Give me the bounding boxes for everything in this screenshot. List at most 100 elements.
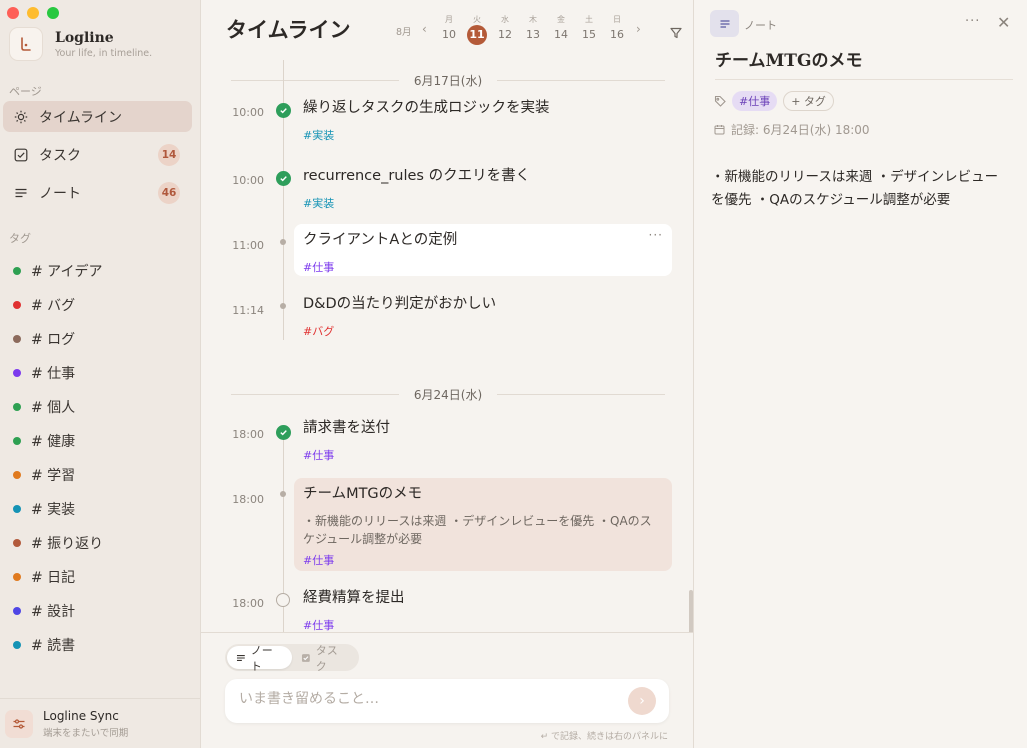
open-circle-icon[interactable] bbox=[276, 593, 290, 607]
entry-card[interactable]: クライアントAとの定例 #仕事 ··· bbox=[294, 224, 672, 276]
filter-icon[interactable] bbox=[670, 24, 682, 43]
timeline-pane: タイムライン 8月 ‹ 月 10 火 11 水 12 木 13 金 14 土 15 日 16 › 6月17… bbox=[201, 0, 693, 748]
tag-color-dot-icon bbox=[13, 471, 21, 479]
tag-color-dot-icon bbox=[13, 539, 21, 547]
tags-section-label: タグ bbox=[9, 232, 31, 245]
sidebar-tag-item[interactable]: # 個人 bbox=[13, 390, 103, 424]
tag-label: # 個人 bbox=[31, 400, 76, 416]
sidebar-tag-item[interactable]: # 振り返り bbox=[13, 526, 103, 560]
tag-label: # 学習 bbox=[31, 468, 76, 484]
day-13[interactable]: 木 13 bbox=[519, 14, 547, 44]
composer-input[interactable] bbox=[239, 691, 619, 707]
day-weekday: 月 bbox=[445, 15, 453, 24]
tag-label: # 日記 bbox=[31, 570, 76, 586]
entry-tag[interactable]: #仕事 bbox=[303, 552, 663, 568]
chevron-right-icon[interactable]: › bbox=[636, 22, 641, 36]
nav-item-notes[interactable]: ノート 46 bbox=[3, 177, 192, 208]
sidebar-tag-item[interactable]: # 学習 bbox=[13, 458, 103, 492]
day-11[interactable]: 火 11 bbox=[463, 14, 491, 45]
day-10[interactable]: 月 10 bbox=[435, 14, 463, 44]
day-14[interactable]: 金 14 bbox=[547, 14, 575, 44]
entry-time: 18:00 bbox=[232, 493, 264, 506]
check-circle-icon[interactable] bbox=[276, 425, 291, 440]
mode-note-button[interactable]: ノート bbox=[227, 644, 292, 673]
sidebar-tag-item[interactable]: # バグ bbox=[13, 288, 103, 322]
day-16[interactable]: 日 16 bbox=[603, 14, 631, 44]
entry-tag[interactable]: #実装 bbox=[303, 127, 663, 143]
day-number: 13 bbox=[526, 28, 540, 41]
sidebar-tag-item[interactable]: # 健康 bbox=[13, 424, 103, 458]
entry-tag[interactable]: #実装 bbox=[303, 195, 663, 211]
sidebar-tag-item[interactable]: # 日記 bbox=[13, 560, 103, 594]
sidebar-tag-item[interactable]: # アイデア bbox=[13, 254, 103, 288]
entry-card-selected[interactable]: チームMTGのメモ ・新機能のリリースは来週 ・デザインレビューを優先 ・QAの… bbox=[294, 478, 672, 571]
page-nav: タイムライン タスク 14 ノート 46 bbox=[3, 101, 192, 215]
notes-count-badge: 46 bbox=[158, 182, 180, 204]
mode-note-label: ノート bbox=[250, 643, 273, 673]
tag-label: # 設計 bbox=[31, 604, 76, 620]
entry-time: 18:00 bbox=[232, 428, 264, 441]
sidebar: Logline Your life, in timeline. ページ タイムラ… bbox=[0, 0, 201, 748]
minimize-window-button[interactable] bbox=[27, 7, 39, 19]
entry-body: ・新機能のリリースは来週 ・デザインレビューを優先 ・QAのスケジュール調整が必… bbox=[303, 514, 652, 546]
tag-color-dot-icon bbox=[13, 403, 21, 411]
send-button[interactable]: › bbox=[628, 687, 656, 715]
recorded-at: 記録: 6月24日(水) 18:00 bbox=[714, 121, 870, 138]
entry-card[interactable]: 経費精算を提出 #仕事 bbox=[294, 582, 672, 632]
day-15[interactable]: 土 15 bbox=[575, 14, 603, 44]
more-icon[interactable]: ··· bbox=[965, 14, 980, 29]
mode-switch: ノート タスク bbox=[225, 644, 359, 673]
tag-label: # バグ bbox=[31, 298, 76, 314]
tag-label: # 実装 bbox=[31, 502, 76, 518]
brand: Logline Your life, in timeline. bbox=[9, 27, 152, 61]
check-circle-icon[interactable] bbox=[276, 171, 291, 186]
tag-color-dot-icon bbox=[13, 505, 21, 513]
entry-tag[interactable]: #仕事 bbox=[303, 617, 663, 632]
mode-task-button[interactable]: タスク bbox=[292, 644, 357, 673]
sidebar-tag-item[interactable]: # 仕事 bbox=[13, 356, 103, 390]
note-dot-icon bbox=[280, 239, 286, 245]
tag-color-dot-icon bbox=[13, 641, 21, 649]
nav-item-timeline[interactable]: タイムライン bbox=[3, 101, 192, 132]
detail-tag-chip[interactable]: #仕事 bbox=[732, 91, 778, 111]
entry-title: 請求書を送付 bbox=[303, 420, 390, 436]
zoom-window-button[interactable] bbox=[47, 7, 59, 19]
entry-card[interactable]: 請求書を送付 #仕事 bbox=[294, 412, 672, 467]
page-title: タイムライン bbox=[226, 17, 351, 42]
checkbox-icon bbox=[301, 653, 310, 662]
day-weekday: 水 bbox=[501, 15, 509, 24]
detail-type-label: ノート bbox=[744, 19, 777, 32]
entry-card[interactable]: D&Dの当たり判定がおかしい #バグ bbox=[294, 288, 672, 343]
day-12[interactable]: 水 12 bbox=[491, 14, 519, 44]
timeline-scroll[interactable]: 6月17日(水) 10:00 繰り返しタスクの生成ロジックを実装 #実装 10:… bbox=[201, 60, 693, 632]
entry-tag[interactable]: #仕事 bbox=[303, 447, 663, 463]
close-icon[interactable]: ✕ bbox=[997, 13, 1010, 32]
chevron-left-icon[interactable]: ‹ bbox=[422, 22, 427, 36]
day-number: 12 bbox=[498, 28, 512, 41]
entry-tag[interactable]: #バグ bbox=[303, 323, 663, 339]
month-label: 8月 bbox=[396, 27, 412, 38]
nav-item-tasks[interactable]: タスク 14 bbox=[3, 139, 192, 170]
sidebar-tag-item[interactable]: # 読書 bbox=[13, 628, 103, 662]
pages-section-label: ページ bbox=[9, 85, 42, 98]
sync-panel[interactable]: Logline Sync 端末をまたいで同期 bbox=[0, 698, 200, 748]
tag-label: # アイデア bbox=[31, 264, 103, 280]
more-icon[interactable]: ··· bbox=[649, 228, 663, 242]
sidebar-tag-item[interactable]: # ログ bbox=[13, 322, 103, 356]
detail-title[interactable]: チームMTGのメモ bbox=[715, 46, 862, 71]
detail-body[interactable]: ・新機能のリリースは来週 ・デザインレビューを優先 ・QAのスケジュール調整が必… bbox=[711, 166, 1011, 212]
check-circle-icon[interactable] bbox=[276, 103, 291, 118]
entry-tag[interactable]: #仕事 bbox=[303, 259, 663, 275]
entry-time: 18:00 bbox=[232, 597, 264, 610]
day-number: 15 bbox=[582, 28, 596, 41]
entry-card[interactable]: 繰り返しタスクの生成ロジックを実装 #実装 bbox=[294, 92, 672, 147]
entry-time: 11:00 bbox=[232, 239, 264, 252]
tag-label: # 健康 bbox=[31, 434, 76, 450]
add-tag-button[interactable]: + タグ bbox=[783, 91, 834, 111]
entry-time: 10:00 bbox=[232, 106, 264, 119]
day-number: 16 bbox=[610, 28, 624, 41]
sidebar-tag-item[interactable]: # 実装 bbox=[13, 492, 103, 526]
sidebar-tag-item[interactable]: # 設計 bbox=[13, 594, 103, 628]
entry-card[interactable]: recurrence_rules のクエリを書く #実装 bbox=[294, 160, 672, 215]
close-window-button[interactable] bbox=[7, 7, 19, 19]
